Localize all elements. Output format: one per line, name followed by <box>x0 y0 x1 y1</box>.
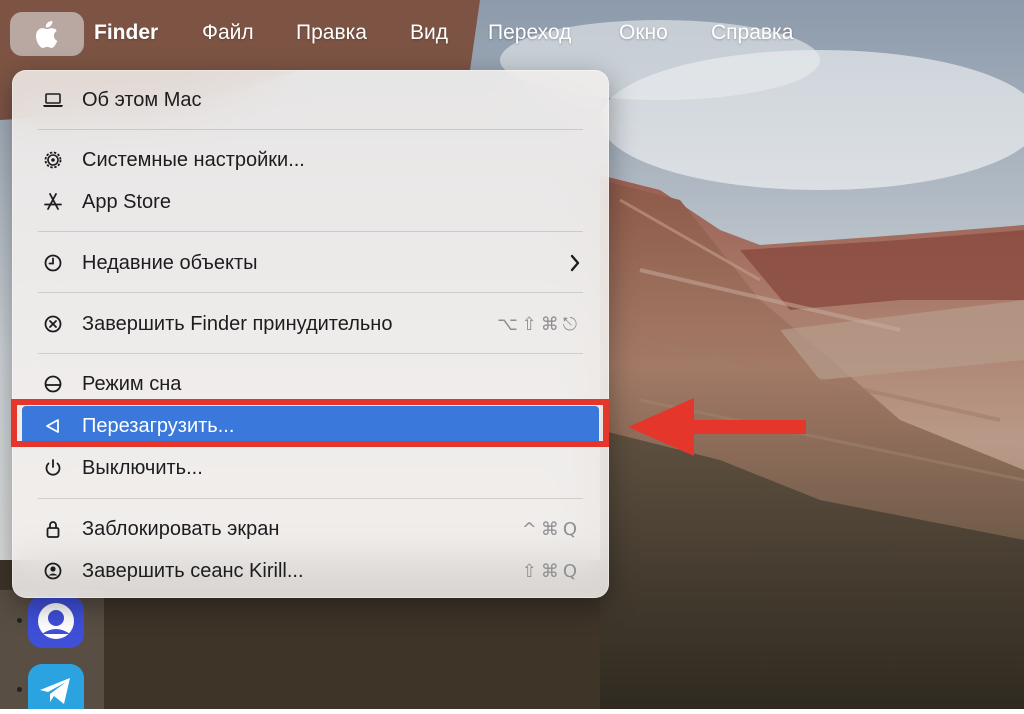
menu-item-label: Недавние объекты <box>82 251 258 274</box>
power-icon <box>45 459 61 476</box>
menu-item-shut-down[interactable]: Выключить... <box>22 448 599 488</box>
dock <box>0 590 104 709</box>
menu-separator <box>38 129 583 130</box>
menu-window[interactable]: Окно <box>619 21 668 45</box>
menu-separator <box>38 292 583 293</box>
menu-item-force-quit[interactable]: Завершить Finder принудительно ⌥⇧⌘⎋ <box>22 304 599 344</box>
menu-item-label: Режим сна <box>82 372 182 395</box>
menu-item-lock-screen[interactable]: Заблокировать экран ^⌘Q <box>22 509 599 549</box>
menu-item-label: Выключить... <box>82 456 203 479</box>
menu-item-about-mac[interactable]: Об этом Mac <box>22 80 599 120</box>
menu-help[interactable]: Справка <box>711 21 793 45</box>
menu-item-label: Об этом Mac <box>82 88 202 111</box>
menu-item-shortcut: ^⌘Q <box>521 518 581 540</box>
laptop-icon <box>43 93 63 107</box>
sleep-icon <box>44 375 62 393</box>
menu-item-label: Заблокировать экран <box>82 517 280 540</box>
force-quit-icon <box>44 315 62 333</box>
menu-item-label: Системные настройки... <box>82 148 305 171</box>
menu-separator <box>38 353 583 354</box>
telegram-app-icon <box>40 678 70 704</box>
menu-item-log-out[interactable]: Завершить сеанс Kirill... ⇧⌘Q <box>22 551 599 591</box>
apple-logo-icon <box>36 20 58 48</box>
dock-app-telegram[interactable] <box>28 664 84 709</box>
annotation-highlight-box <box>11 399 609 447</box>
menu-item-shortcut: ⇧⌘Q <box>521 560 581 582</box>
menu-item-label: Завершить сеанс Kirill... <box>82 559 304 582</box>
menu-item-shortcut: ⌥⇧⌘⎋ <box>496 313 581 335</box>
menu-item-app-store[interactable]: App Store <box>22 182 599 222</box>
menu-item-system-settings[interactable]: Системные настройки... <box>22 140 599 180</box>
menu-view[interactable]: Вид <box>410 21 448 45</box>
menu-item-sleep[interactable]: Режим сна <box>22 364 599 404</box>
chevron-right-icon <box>570 254 580 272</box>
menu-item-label: Завершить Finder принудительно <box>82 312 393 335</box>
dock-running-indicator <box>17 687 22 692</box>
contacts-app-icon <box>38 603 74 639</box>
app-store-icon <box>44 193 62 210</box>
menu-go[interactable]: Переход <box>488 21 571 45</box>
menu-file[interactable]: Файл <box>202 21 254 45</box>
dock-app-contacts[interactable] <box>28 596 84 648</box>
dock-running-indicator <box>17 618 22 623</box>
user-icon <box>44 562 62 580</box>
menu-edit[interactable]: Правка <box>296 21 367 45</box>
apple-menu-dropdown: Об этом Mac Системные настройки... App S… <box>12 70 609 598</box>
menu-separator <box>38 231 583 232</box>
menu-item-label: App Store <box>82 190 171 213</box>
apple-menu-button[interactable] <box>10 12 84 56</box>
lock-icon <box>46 521 60 538</box>
menu-bar: Finder Файл Правка Вид Переход Окно Спра… <box>0 0 1024 68</box>
annotation-arrow <box>628 398 806 456</box>
clock-icon <box>44 254 62 272</box>
gear-icon <box>44 151 62 169</box>
menu-app-name[interactable]: Finder <box>94 21 158 45</box>
menu-item-recent-items[interactable]: Недавние объекты <box>22 243 599 283</box>
menu-separator <box>38 498 583 499</box>
